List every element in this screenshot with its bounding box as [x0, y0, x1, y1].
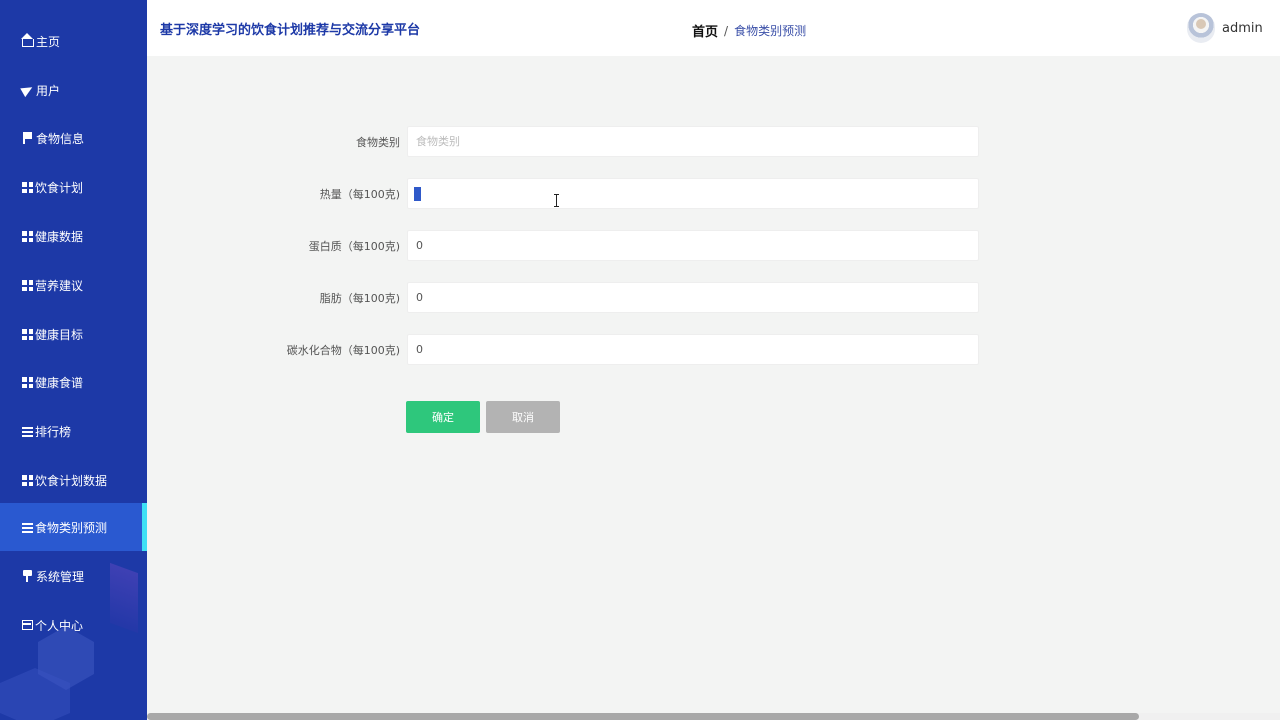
text-selection — [414, 187, 421, 201]
breadcrumb-home[interactable]: 首页 — [692, 21, 718, 40]
sidebar-item-food-info[interactable]: 食物信息 — [0, 114, 147, 162]
list-icon — [22, 521, 33, 533]
form-row-carbohydrates: 碳水化合物（每100克) — [260, 334, 980, 366]
food-category-input[interactable] — [407, 126, 979, 157]
user-menu[interactable]: admin — [1187, 13, 1263, 43]
sidebar-item-label: 食物类别预测 — [35, 520, 108, 535]
breadcrumb-separator: / — [724, 23, 729, 38]
carbohydrates-label: 碳水化合物（每100克) — [286, 344, 400, 357]
window-icon — [22, 620, 33, 630]
form-row-calories: 热量（每100克) — [260, 178, 980, 210]
text-cursor-icon — [554, 194, 559, 207]
pin-icon — [22, 570, 34, 582]
app-title: 基于深度学习的饮食计划推荐与交流分享平台 — [160, 23, 421, 38]
food-category-label: 食物类别 — [356, 136, 400, 149]
fat-label: 脂肪（每100克) — [319, 292, 400, 305]
sidebar-item-label: 饮食计划 — [35, 180, 84, 195]
sidebar-item-label: 食物信息 — [36, 131, 85, 146]
grid-icon — [22, 376, 33, 388]
calories-label: 热量（每100克) — [319, 188, 400, 201]
breadcrumb-current: 食物类别预测 — [734, 24, 807, 38]
sidebar-item-diet-plan[interactable]: 饮食计划 — [0, 163, 147, 211]
paper-plane-icon — [22, 84, 34, 96]
sidebar-item-health-data[interactable]: 健康数据 — [0, 212, 147, 260]
sidebar-item-nutrition-advice[interactable]: 营养建议 — [0, 261, 147, 309]
avatar-icon — [1187, 13, 1215, 43]
sidebar-item-label: 用户 — [36, 83, 61, 98]
sidebar-item-label: 个人中心 — [35, 618, 84, 633]
sidebar-item-personal-center[interactable]: 个人中心 — [0, 601, 147, 649]
sidebar-item-home[interactable]: 主页 — [0, 17, 147, 65]
protein-input[interactable] — [407, 230, 979, 261]
sidebar-item-users[interactable]: 用户 — [0, 66, 147, 114]
confirm-button[interactable]: 确定 — [406, 401, 480, 433]
grid-icon — [22, 181, 33, 193]
user-name: admin — [1222, 20, 1263, 36]
flag-icon — [22, 132, 34, 144]
list-icon — [22, 425, 33, 437]
sidebar-item-system-management[interactable]: 系统管理 — [0, 552, 147, 600]
protein-label: 蛋白质（每100克) — [308, 240, 400, 253]
sidebar-item-food-category-prediction[interactable]: 食物类别预测 — [0, 503, 147, 551]
form-row-protein: 蛋白质（每100克) — [260, 230, 980, 262]
sidebar-item-label: 健康食谱 — [35, 375, 84, 390]
grid-icon — [22, 279, 33, 291]
sidebar-item-label: 饮食计划数据 — [35, 473, 108, 488]
grid-icon — [22, 328, 33, 340]
breadcrumb: 首页 / 食物类别预测 — [692, 21, 807, 41]
cancel-button[interactable]: 取消 — [486, 401, 560, 433]
sidebar: 主页 用户 食物信息 饮食计划 健康数据 营养建议 健康目标 健康食谱 排行榜 … — [0, 0, 147, 720]
sidebar-item-health-goals[interactable]: 健康目标 — [0, 310, 147, 358]
top-header: 基于深度学习的饮食计划推荐与交流分享平台 首页 / 食物类别预测 admin — [147, 0, 1280, 56]
grid-icon — [22, 230, 33, 242]
grid-icon — [22, 474, 33, 486]
fat-input[interactable] — [407, 282, 979, 313]
calories-input[interactable] — [407, 178, 979, 209]
sidebar-item-label: 健康目标 — [35, 327, 84, 342]
sidebar-item-label: 营养建议 — [35, 278, 84, 293]
sidebar-item-healthy-recipes[interactable]: 健康食谱 — [0, 358, 147, 406]
sidebar-item-label: 系统管理 — [36, 569, 85, 584]
horizontal-scrollbar-thumb[interactable] — [147, 713, 1139, 720]
sidebar-item-label: 排行榜 — [35, 424, 72, 439]
sidebar-item-label: 健康数据 — [35, 229, 84, 244]
carbohydrates-input[interactable] — [407, 334, 979, 365]
sidebar-item-label: 主页 — [36, 34, 61, 49]
home-icon — [21, 33, 34, 47]
sidebar-item-leaderboard[interactable]: 排行榜 — [0, 407, 147, 455]
sidebar-item-diet-plan-data[interactable]: 饮食计划数据 — [0, 456, 147, 504]
form-row-food-category: 食物类别 — [260, 126, 980, 158]
form-row-fat: 脂肪（每100克) — [260, 282, 980, 314]
